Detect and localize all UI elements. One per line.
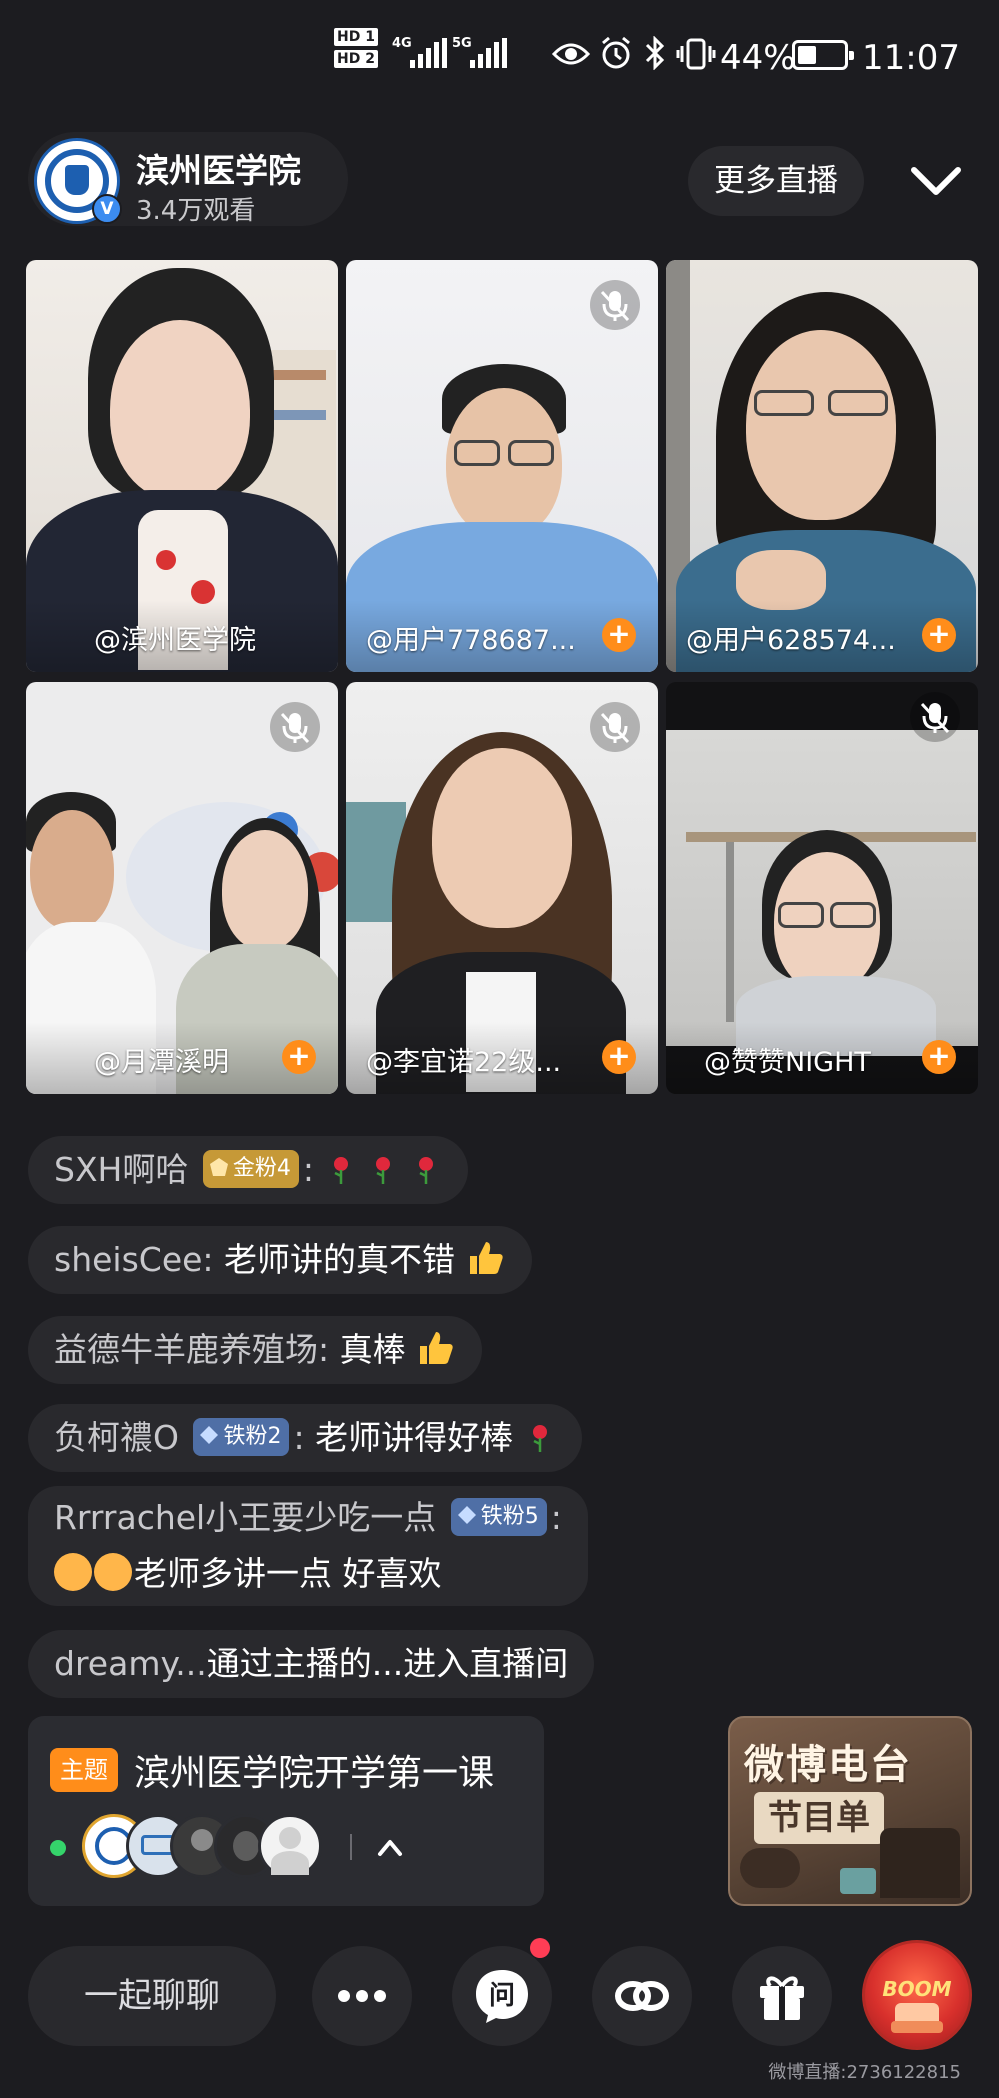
viewer-count: 3.4万观看 <box>136 196 256 226</box>
crying-face-icon <box>94 1552 132 1591</box>
chevron-up-icon[interactable] <box>372 1830 408 1866</box>
gift-icon <box>760 1976 804 2020</box>
follow-plus-icon[interactable]: + <box>602 618 636 652</box>
battery-icon <box>792 40 854 70</box>
radio-program-label: 节目单 <box>754 1792 884 1844</box>
comment-user[interactable]: 益德牛羊鹿养殖场 <box>54 1330 318 1369</box>
video-tile-guest-5[interactable]: @赞赞NIGHT + <box>666 682 978 1094</box>
topic-tag: 主题 <box>50 1748 118 1792</box>
chat-input[interactable]: 一起聊聊 <box>28 1946 276 2046</box>
mic-muted-icon <box>590 280 640 330</box>
link-button[interactable] <box>592 1946 692 2046</box>
rose-icon <box>418 1156 433 1184</box>
video-tile-guest-2[interactable]: @用户628574... + <box>666 260 978 672</box>
signal-icon-2 <box>470 38 507 68</box>
watermark: 微博直播:2736122815 <box>768 2062 961 2083</box>
tile-label: @滨州医学院 <box>26 600 338 672</box>
video-tile-guest-4[interactable]: @李宜诺22级... + <box>346 682 658 1094</box>
comment-user[interactable]: 负柯禯O <box>54 1418 179 1457</box>
chevron-down-icon[interactable] <box>906 152 966 212</box>
fan-badge: 金粉4 <box>202 1149 299 1188</box>
fan-level-icon <box>200 1425 219 1444</box>
comment-user[interactable]: sheisCee <box>54 1240 202 1279</box>
thumbs-up-icon <box>469 1241 503 1274</box>
network-4g-label: 4G <box>392 36 412 51</box>
ask-question-button[interactable]: 问 <box>452 1946 552 2046</box>
more-live-button[interactable]: 更多直播 <box>688 146 864 216</box>
comment-message: 老师讲的真不错 <box>224 1240 456 1279</box>
comment-item[interactable]: SXH啊哈 金粉4: <box>28 1136 468 1204</box>
follow-plus-icon[interactable]: + <box>922 618 956 652</box>
crying-face-icon <box>54 1552 92 1591</box>
comment-separator: : <box>318 1330 330 1369</box>
comment-user[interactable]: SXH啊哈 <box>54 1150 188 1189</box>
follow-plus-icon[interactable]: + <box>602 1040 636 1074</box>
divider <box>350 1834 352 1860</box>
comment-separator: : <box>293 1418 305 1457</box>
more-button[interactable] <box>312 1946 412 2046</box>
online-status-icon <box>50 1840 66 1856</box>
clock: 11:07 <box>862 38 960 78</box>
fan-badge: 铁粉2 <box>193 1417 290 1456</box>
fan-badge-label: 铁粉2 <box>223 1423 282 1449</box>
gift-button[interactable] <box>732 1946 832 2046</box>
follow-plus-icon[interactable]: + <box>282 1040 316 1074</box>
video-tile-guest-3[interactable]: @月潭溪明 + <box>26 682 338 1094</box>
rose-icon <box>333 1156 348 1184</box>
follow-plus-icon[interactable]: + <box>922 1040 956 1074</box>
video-tile-guest-1[interactable]: @用户778687... + <box>346 260 658 672</box>
signal-icon <box>410 38 447 68</box>
weibo-radio-card[interactable]: 微博电台 节目单 <box>728 1716 972 1906</box>
more-dots-icon <box>338 1990 386 2002</box>
comment-message: 通过主播的...进入直播间 <box>206 1644 569 1683</box>
comment-item[interactable]: Rrrrachel小王要少吃一点 铁粉5: 老师多讲一点 好喜欢 <box>28 1486 588 1606</box>
fan-badge-label: 铁粉5 <box>480 1503 539 1529</box>
system-entry-message: dreamy...通过主播的...进入直播间 <box>28 1630 595 1698</box>
mic-muted-icon <box>270 702 320 752</box>
comment-message: 老师讲得好棒 <box>315 1418 514 1457</box>
comment-message: 真棒 <box>339 1330 406 1369</box>
thumbs-up-icon <box>420 1331 453 1364</box>
vibrate-icon <box>676 38 716 70</box>
topic-title[interactable]: 滨州医学院开学第一课 <box>134 1744 494 1796</box>
bluetooth-icon <box>645 36 665 70</box>
comment-message: 老师多讲一点 好喜欢 <box>134 1554 442 1593</box>
boom-label: BOOM <box>882 1977 952 2001</box>
comment-item[interactable]: 益德牛羊鹿养殖场: 真棒 <box>28 1316 483 1384</box>
rose-icon <box>376 1156 390 1184</box>
comment-user[interactable]: Rrrrachel小王要少吃一点 <box>54 1498 436 1537</box>
ask-glyph: 问 <box>489 1981 515 2011</box>
video-tile-host[interactable]: @滨州医学院 <box>26 260 338 672</box>
fan-level-icon <box>209 1157 228 1176</box>
battery-percent: 44% <box>720 38 796 78</box>
network-5g-label: 5G <box>452 36 472 51</box>
comment-user[interactable]: dreamy... <box>54 1644 207 1683</box>
comment-item[interactable]: 负柯禯O 铁粉2: 老师讲得好棒 <box>28 1404 582 1472</box>
rose-icon <box>532 1424 547 1452</box>
link-icon <box>615 1981 669 2011</box>
eye-icon <box>552 43 590 65</box>
fan-badge: 铁粉5 <box>450 1497 547 1536</box>
mic-muted-icon <box>590 702 640 752</box>
fan-level-icon <box>457 1505 476 1524</box>
host-name[interactable]: 滨州医学院 <box>136 144 301 192</box>
comment-separator: : <box>202 1240 214 1279</box>
comment-separator: : <box>302 1150 314 1189</box>
alarm-icon <box>602 36 630 69</box>
boom-effect-button[interactable]: BOOM <box>862 1940 972 2050</box>
comment-item[interactable]: sheisCee: 老师讲的真不错 <box>28 1226 532 1294</box>
hd1-label: HD 1 <box>334 28 378 46</box>
hd-indicators: HD 1 HD 2 <box>334 28 378 72</box>
hd2-label: HD 2 <box>334 50 378 68</box>
radio-title: 微博电台 <box>744 1742 912 1788</box>
mic-muted-icon <box>910 692 960 742</box>
question-bubble-icon: 问 <box>476 1970 528 2023</box>
status-bar: HD 1 HD 2 4G 5G 44% 11:07 <box>0 0 999 112</box>
comment-separator: : <box>550 1498 562 1537</box>
fan-badge-label: 金粉4 <box>232 1155 291 1181</box>
participant-avatar[interactable] <box>258 1814 322 1878</box>
verified-icon: V <box>92 194 122 224</box>
notification-dot <box>530 1938 550 1958</box>
